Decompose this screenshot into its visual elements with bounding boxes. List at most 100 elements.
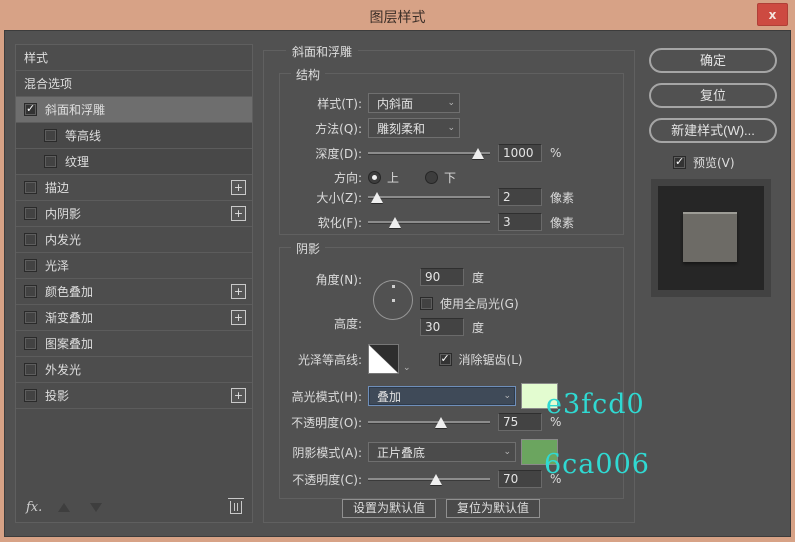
add-instance-icon[interactable]: + xyxy=(231,206,246,221)
sidebar-item-1[interactable]: 混合选项 xyxy=(16,71,252,97)
opacity1-input[interactable] xyxy=(498,413,542,431)
sidebar-item-4[interactable]: 纹理 xyxy=(16,149,252,175)
structure-group: 结构 样式(T): 内斜面 ⌄ 方法(Q): 雕刻柔和 ⌄ 深度(D): xyxy=(279,73,624,235)
effect-checkbox[interactable] xyxy=(24,311,37,324)
soften-slider[interactable] xyxy=(368,215,490,229)
angle-label: 角度(N): xyxy=(280,271,368,288)
shadow-hex-annotation: 6ca006 xyxy=(544,449,650,480)
size-slider[interactable] xyxy=(368,190,490,204)
sidebar-item-label: 颜色叠加 xyxy=(45,283,231,300)
sidebar-item-9[interactable]: 颜色叠加+ xyxy=(16,279,252,305)
highlight-mode-label: 高光模式(H): xyxy=(280,388,368,405)
chevron-down-icon: ⌄ xyxy=(447,123,455,133)
soften-unit: 像素 xyxy=(550,214,574,231)
opacity2-input[interactable] xyxy=(498,470,542,488)
ok-button[interactable]: 确定 xyxy=(649,48,777,73)
gloss-contour-label: 光泽等高线: xyxy=(280,351,368,368)
add-instance-icon[interactable]: + xyxy=(231,388,246,403)
effect-checkbox[interactable] xyxy=(24,233,37,246)
highlight-mode-select[interactable]: 叠加 ⌄ xyxy=(368,386,516,406)
technique-select[interactable]: 雕刻柔和 ⌄ xyxy=(368,118,460,138)
size-input[interactable] xyxy=(498,188,542,206)
sidebar-item-10[interactable]: 渐变叠加+ xyxy=(16,305,252,331)
preview-thumbnail xyxy=(651,179,771,297)
depth-input[interactable] xyxy=(498,144,542,162)
sidebar-item-8[interactable]: 光泽 xyxy=(16,253,252,279)
add-instance-icon[interactable]: + xyxy=(231,284,246,299)
effect-checkbox[interactable] xyxy=(24,103,37,116)
anti-alias-label: 消除锯齿(L) xyxy=(459,351,523,368)
depth-slider[interactable] xyxy=(368,146,490,160)
preview-checkbox[interactable] xyxy=(673,156,686,169)
delete-effect-icon[interactable] xyxy=(230,501,242,514)
global-light-label: 使用全局光(G) xyxy=(440,295,519,312)
sidebar-item-0[interactable]: 样式 xyxy=(16,45,252,71)
effect-checkbox[interactable] xyxy=(44,155,57,168)
direction-down-radio[interactable] xyxy=(425,171,438,184)
sidebar-item-label: 外发光 xyxy=(45,361,246,378)
fx-icon[interactable]: fx. xyxy=(26,500,42,515)
dialog-body: 样式混合选项斜面和浮雕等高线纹理描边+内阴影+内发光光泽颜色叠加+渐变叠加+图案… xyxy=(4,30,791,537)
style-label: 样式(T): xyxy=(280,95,368,112)
sidebar-item-7[interactable]: 内发光 xyxy=(16,227,252,253)
direction-label: 方向: xyxy=(280,169,368,186)
titlebar: 图层样式 x xyxy=(0,0,795,30)
sidebar-item-2[interactable]: 斜面和浮雕 xyxy=(16,97,252,123)
sidebar-item-5[interactable]: 描边+ xyxy=(16,175,252,201)
style-list-footer: fx. xyxy=(16,492,252,522)
sidebar-item-label: 斜面和浮雕 xyxy=(45,101,246,118)
sidebar-item-label: 光泽 xyxy=(45,257,246,274)
size-label: 大小(Z): xyxy=(280,189,368,206)
effect-checkbox[interactable] xyxy=(24,285,37,298)
altitude-label: 高度: xyxy=(280,315,368,332)
sidebar-item-11[interactable]: 图案叠加 xyxy=(16,331,252,357)
sidebar-item-label: 描边 xyxy=(45,179,231,196)
panel-title: 斜面和浮雕 xyxy=(286,43,358,60)
effect-checkbox[interactable] xyxy=(24,207,37,220)
sidebar-item-label: 渐变叠加 xyxy=(45,309,231,326)
direction-up-radio[interactable] xyxy=(368,171,381,184)
bevel-emboss-panel: 斜面和浮雕 结构 样式(T): 内斜面 ⌄ 方法(Q): 雕刻柔和 ⌄ 深度(D… xyxy=(263,50,635,523)
chevron-down-icon[interactable]: ⌄ xyxy=(403,363,411,373)
close-button[interactable]: x xyxy=(757,3,788,26)
effect-checkbox[interactable] xyxy=(24,363,37,376)
sidebar-item-12[interactable]: 外发光 xyxy=(16,357,252,383)
soften-input[interactable] xyxy=(498,213,542,231)
effect-checkbox[interactable] xyxy=(24,181,37,194)
size-unit: 像素 xyxy=(550,189,574,206)
sidebar-item-3[interactable]: 等高线 xyxy=(16,123,252,149)
preview-toggle[interactable]: 预览(V) xyxy=(673,154,735,171)
soften-label: 软化(F): xyxy=(280,214,368,231)
direction-up-label: 上 xyxy=(387,169,399,186)
effect-checkbox[interactable] xyxy=(24,337,37,350)
effect-checkbox[interactable] xyxy=(44,129,57,142)
angle-input[interactable] xyxy=(420,268,464,286)
move-up-icon[interactable] xyxy=(58,503,70,512)
window-title: 图层样式 xyxy=(0,7,795,27)
altitude-input[interactable] xyxy=(420,318,464,336)
effect-checkbox[interactable] xyxy=(24,259,37,272)
anti-alias-checkbox[interactable] xyxy=(439,353,452,366)
reset-button[interactable]: 复位 xyxy=(649,83,777,108)
style-list: 样式混合选项斜面和浮雕等高线纹理描边+内阴影+内发光光泽颜色叠加+渐变叠加+图案… xyxy=(15,44,253,523)
reset-default-button[interactable]: 复位为默认值 xyxy=(446,499,540,518)
make-default-button[interactable]: 设置为默认值 xyxy=(342,499,436,518)
opacity1-label: 不透明度(O): xyxy=(280,414,368,431)
sidebar-item-label: 混合选项 xyxy=(24,75,246,92)
sidebar-item-13[interactable]: 投影+ xyxy=(16,383,252,409)
add-instance-icon[interactable]: + xyxy=(231,180,246,195)
style-select[interactable]: 内斜面 ⌄ xyxy=(368,93,460,113)
move-down-icon[interactable] xyxy=(90,503,102,512)
depth-label: 深度(D): xyxy=(280,145,368,162)
preview-canvas xyxy=(658,186,764,290)
opacity2-slider[interactable] xyxy=(368,472,490,486)
depth-unit: % xyxy=(550,146,561,160)
opacity1-slider[interactable] xyxy=(368,415,490,429)
effect-checkbox[interactable] xyxy=(24,389,37,402)
gloss-contour-picker[interactable] xyxy=(368,344,399,374)
shadow-mode-select[interactable]: 正片叠底 ⌄ xyxy=(368,442,516,462)
add-instance-icon[interactable]: + xyxy=(231,310,246,325)
global-light-checkbox[interactable] xyxy=(420,297,433,310)
sidebar-item-6[interactable]: 内阴影+ xyxy=(16,201,252,227)
new-style-button[interactable]: 新建样式(W)... xyxy=(649,118,777,143)
